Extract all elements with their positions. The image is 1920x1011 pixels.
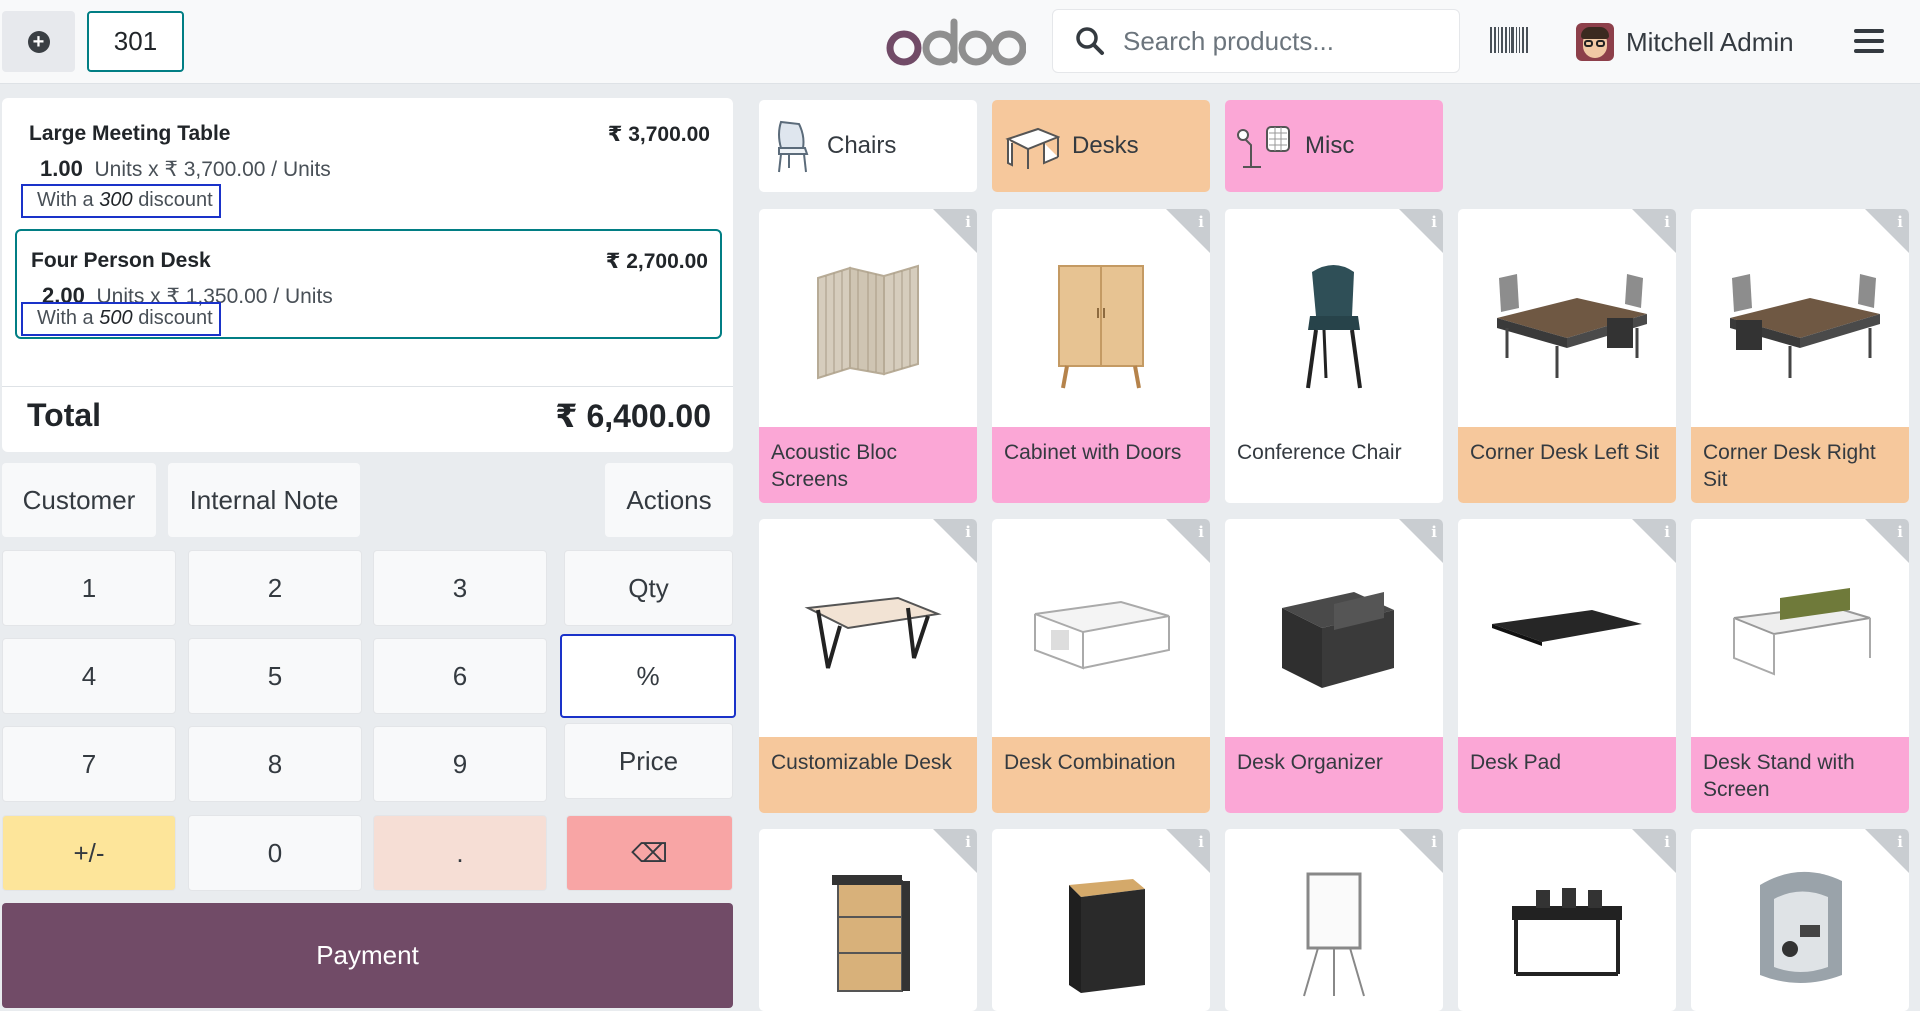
product-name: Cabinet with Doors bbox=[992, 427, 1210, 503]
desk-icon bbox=[1005, 127, 1060, 169]
numpad-key-1[interactable]: 1 bbox=[2, 550, 176, 626]
product-card[interactable]: i Desk Combination bbox=[992, 519, 1210, 813]
product-name: Corner Desk Left Sit bbox=[1458, 427, 1676, 503]
info-icon[interactable]: i bbox=[1664, 213, 1670, 231]
misc-icon bbox=[1237, 126, 1290, 168]
info-icon[interactable]: i bbox=[965, 833, 971, 851]
product-name: Acoustic Bloc Screens bbox=[759, 427, 977, 503]
category-desks[interactable]: Desks bbox=[992, 100, 1210, 192]
info-icon[interactable]: i bbox=[1198, 213, 1204, 231]
odoo-logo bbox=[886, 10, 1026, 74]
order-line-quantity: 1.00 Units x ₹ 3,700.00 / Units bbox=[40, 156, 331, 181]
info-icon[interactable]: i bbox=[1897, 213, 1903, 231]
numpad-key-7[interactable]: 7 bbox=[2, 726, 176, 802]
product-card[interactable]: i bbox=[992, 829, 1210, 1011]
numpad-backspace-button[interactable]: ⌫ bbox=[566, 815, 733, 891]
numpad-discount-mode-button[interactable]: % bbox=[560, 634, 736, 718]
numpad-decimal-button[interactable]: . bbox=[373, 815, 547, 891]
user-menu[interactable]: Mitchell Admin bbox=[1576, 20, 1794, 64]
product-card[interactable]: i bbox=[1691, 829, 1909, 1011]
numpad-key-5[interactable]: 5 bbox=[188, 638, 362, 714]
info-icon[interactable]: i bbox=[1664, 833, 1670, 851]
total-label: Total bbox=[27, 397, 102, 433]
product-card[interactable]: i Desk Organizer bbox=[1225, 519, 1443, 813]
product-card[interactable]: i Corner Desk Left Sit bbox=[1458, 209, 1676, 503]
order-line-discount: With a 500 discount bbox=[21, 302, 221, 336]
user-name: Mitchell Admin bbox=[1626, 26, 1794, 57]
product-name: Desk Organizer bbox=[1225, 737, 1443, 813]
order-line-price: ₹ 3,700.00 bbox=[607, 123, 710, 146]
product-card[interactable]: i bbox=[759, 829, 977, 1011]
search-icon bbox=[1076, 27, 1104, 55]
product-card[interactable]: i Desk Pad bbox=[1458, 519, 1676, 813]
info-icon[interactable]: i bbox=[965, 213, 971, 231]
info-icon[interactable]: i bbox=[965, 523, 971, 541]
category-name: Chairs bbox=[827, 132, 897, 159]
category-chairs[interactable]: Chairs bbox=[759, 100, 977, 192]
numpad-key-3[interactable]: 3 bbox=[373, 550, 547, 626]
plus-circle-icon: + bbox=[27, 30, 50, 53]
category-name: Desks bbox=[1072, 132, 1139, 159]
order-number-tab[interactable]: 301 bbox=[87, 11, 184, 72]
numpad-key-2[interactable]: 2 bbox=[188, 550, 362, 626]
info-icon[interactable]: i bbox=[1664, 523, 1670, 541]
hamburger-menu-icon[interactable] bbox=[1854, 29, 1884, 53]
numpad-key-8[interactable]: 8 bbox=[188, 726, 362, 802]
product-name: Corner Desk Right Sit bbox=[1691, 427, 1909, 503]
product-name: Desk Stand with Screen bbox=[1691, 737, 1909, 813]
product-card[interactable]: i bbox=[1225, 829, 1443, 1011]
order-line-selected[interactable]: Four Person Desk ₹ 2,700.00 2.00 Units x… bbox=[15, 229, 722, 339]
info-icon[interactable]: i bbox=[1431, 833, 1437, 851]
numpad-key-6[interactable]: 6 bbox=[373, 638, 547, 714]
order-line-product-name: Four Person Desk bbox=[31, 249, 211, 272]
info-icon[interactable]: i bbox=[1431, 523, 1437, 541]
info-icon[interactable]: i bbox=[1198, 833, 1204, 851]
info-icon[interactable]: i bbox=[1897, 833, 1903, 851]
product-card[interactable]: i bbox=[1458, 829, 1676, 1011]
info-icon[interactable]: i bbox=[1897, 523, 1903, 541]
payment-button[interactable]: Payment bbox=[2, 903, 733, 1008]
search-placeholder: Search products... bbox=[1123, 25, 1334, 56]
numpad-price-mode-button[interactable]: Price bbox=[564, 723, 733, 799]
numpad-key-0[interactable]: 0 bbox=[188, 815, 362, 891]
order-line-product-name: Large Meeting Table bbox=[29, 122, 231, 145]
new-order-button[interactable]: + bbox=[2, 11, 75, 72]
numpad-qty-mode-button[interactable]: Qty bbox=[564, 550, 733, 626]
info-icon[interactable]: i bbox=[1198, 523, 1204, 541]
product-card[interactable]: i Customizable Desk bbox=[759, 519, 977, 813]
search-products-input[interactable]: Search products... bbox=[1052, 9, 1460, 73]
product-card[interactable]: i Conference Chair bbox=[1225, 209, 1443, 503]
order-line[interactable]: Large Meeting Table ₹ 3,700.00 1.00 Unit… bbox=[15, 104, 722, 218]
numpad-key-4[interactable]: 4 bbox=[2, 638, 176, 714]
product-name: Conference Chair bbox=[1225, 427, 1443, 503]
customer-button[interactable]: Customer bbox=[2, 463, 156, 537]
category-name: Misc bbox=[1305, 132, 1355, 159]
order-line-price: ₹ 2,700.00 bbox=[605, 250, 708, 273]
top-bar: + 301 Search products... Mitchell Admin bbox=[0, 0, 1920, 84]
product-name: Customizable Desk bbox=[759, 737, 977, 813]
product-name: Desk Combination bbox=[992, 737, 1210, 813]
product-name: Desk Pad bbox=[1458, 737, 1676, 813]
numpad-sign-toggle-button[interactable]: +/- bbox=[2, 815, 176, 891]
barcode-icon[interactable] bbox=[1490, 27, 1528, 53]
avatar bbox=[1576, 23, 1614, 61]
actions-button[interactable]: Actions bbox=[605, 463, 733, 537]
internal-note-button[interactable]: Internal Note bbox=[168, 463, 360, 537]
chair-icon bbox=[778, 120, 809, 173]
order-line-discount: With a 300 discount bbox=[21, 184, 221, 218]
order-total: Total ₹ 6,400.00 bbox=[2, 386, 733, 452]
product-card[interactable]: i Cabinet with Doors bbox=[992, 209, 1210, 503]
product-card[interactable]: i Desk Stand with Screen bbox=[1691, 519, 1909, 813]
total-value: ₹ 6,400.00 bbox=[555, 398, 711, 434]
info-icon[interactable]: i bbox=[1431, 213, 1437, 231]
category-misc[interactable]: Misc bbox=[1225, 100, 1443, 192]
product-card[interactable]: i Acoustic Bloc Screens bbox=[759, 209, 977, 503]
order-lines-panel: Large Meeting Table ₹ 3,700.00 1.00 Unit… bbox=[2, 98, 733, 452]
product-card[interactable]: i Corner Desk Right Sit bbox=[1691, 209, 1909, 503]
numpad-key-9[interactable]: 9 bbox=[373, 726, 547, 802]
